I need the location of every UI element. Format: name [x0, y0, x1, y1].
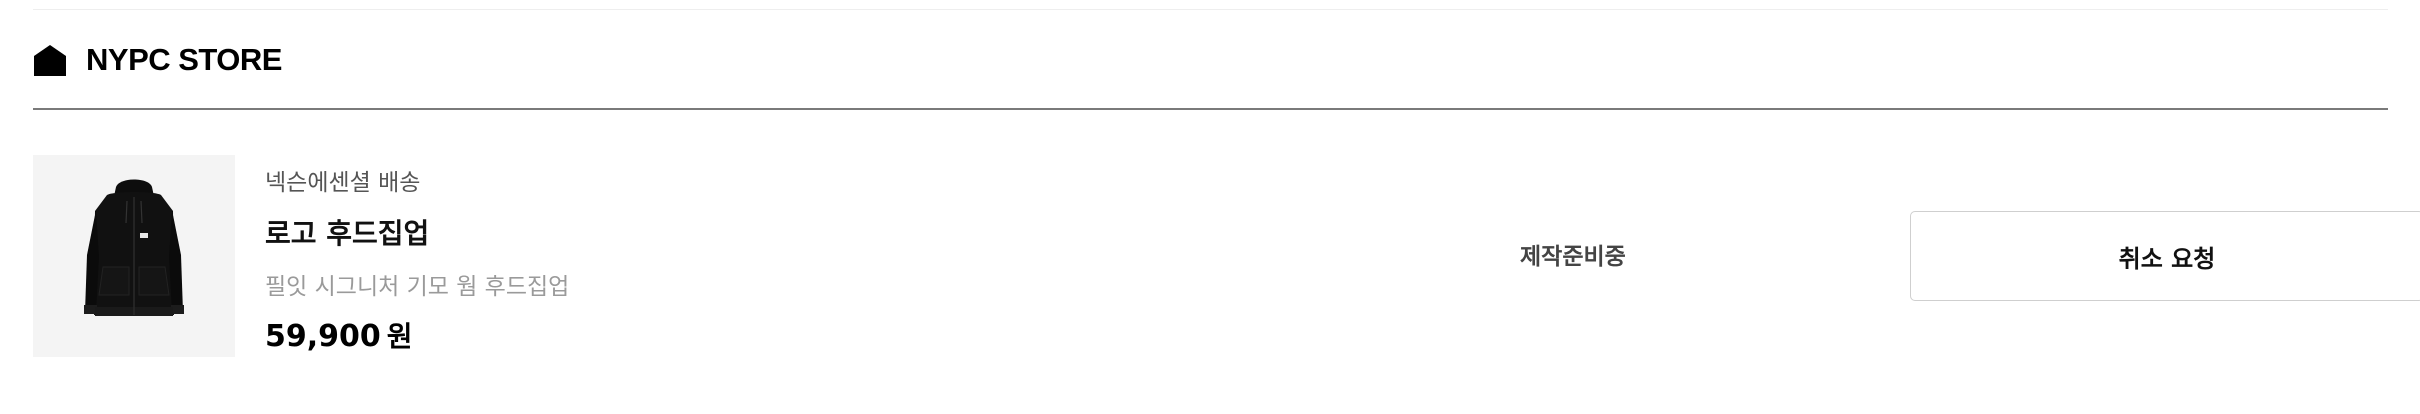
house-icon [33, 43, 67, 77]
top-divider [33, 9, 2388, 10]
store-name: NYPC STORE [86, 42, 282, 77]
cancel-request-button[interactable]: 취소 요청 [1910, 211, 2420, 301]
store-header: NYPC STORE [33, 40, 282, 80]
product-option: 필잇 시그니처 기모 웜 후드집업 [265, 274, 570, 300]
product-name[interactable]: 로고 후드집업 [265, 212, 429, 252]
price-unit: 원 [386, 320, 413, 353]
order-item-row: 넥슨에센셜 배송 로고 후드집업 필잇 시그니처 기모 웜 후드집업 59,90… [33, 155, 2420, 360]
price-amount: 59,900 [265, 319, 381, 354]
store-header-divider [33, 108, 2388, 110]
product-price: 59,900 원 [265, 315, 413, 355]
order-status: 제작준비중 [1520, 244, 1626, 270]
product-thumbnail[interactable] [33, 155, 235, 357]
black-hoodie-image [84, 179, 184, 316]
shipping-method: 넥슨에센셜 배송 [265, 170, 421, 196]
